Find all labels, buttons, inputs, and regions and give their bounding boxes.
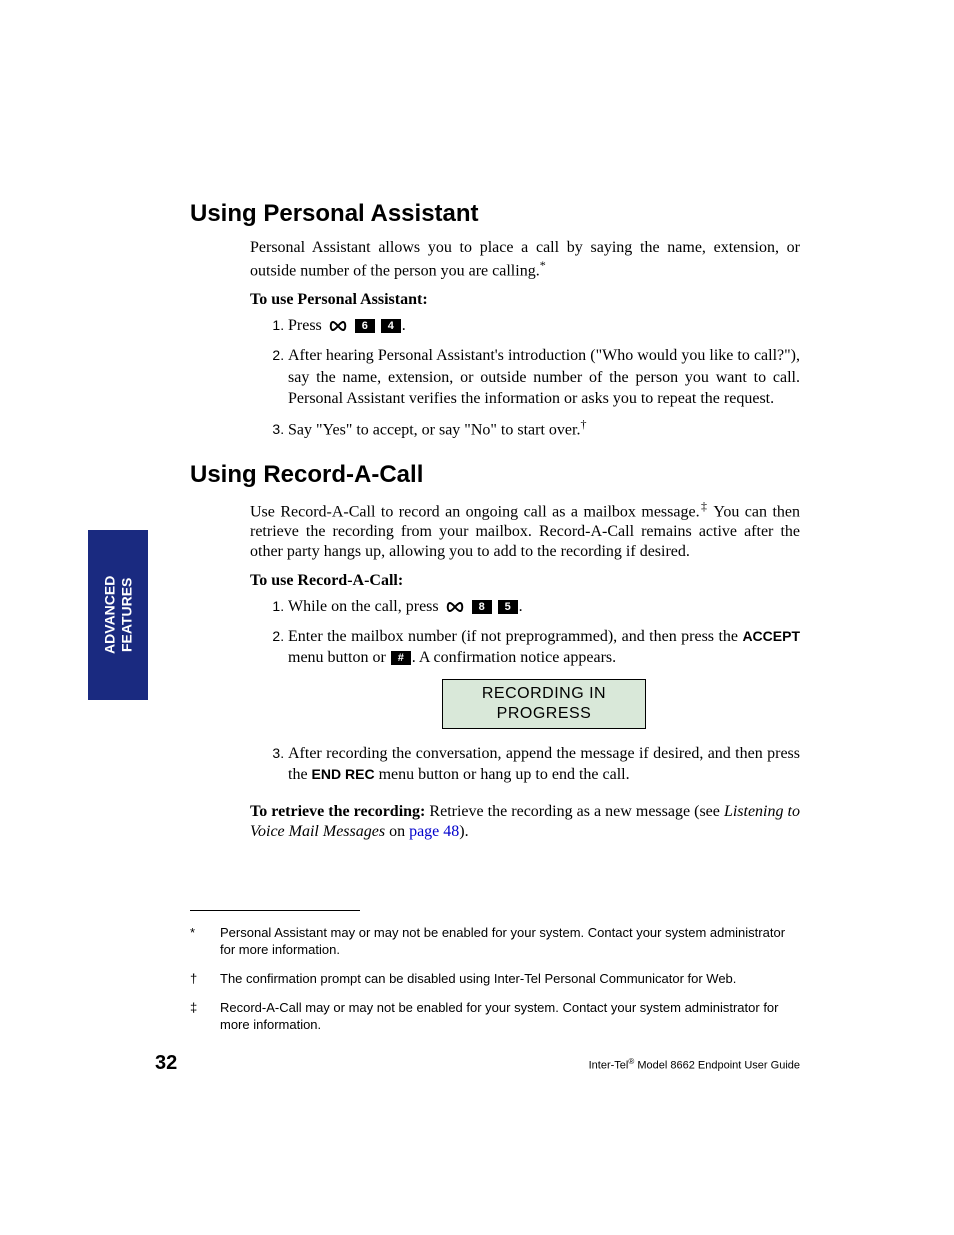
fn1-sym: * xyxy=(190,925,220,959)
footer-brand: Inter-Tel xyxy=(589,1060,629,1072)
display-line2: PROGRESS xyxy=(497,705,592,722)
retrieve-b: on xyxy=(385,823,409,840)
section1-body: Personal Assistant allows you to place a… xyxy=(250,238,800,441)
pa-step1-post: . xyxy=(402,317,406,334)
rac-s1-post: . xyxy=(519,598,523,615)
pa-step-3: Say "Yes" to accept, or say "No" to star… xyxy=(288,416,800,441)
display-box: RECORDING IN PROGRESS xyxy=(442,679,646,729)
section2-body: Use Record-A-Call to record an ongoing c… xyxy=(250,499,800,842)
heading-record-a-call: Using Record-A-Call xyxy=(190,461,800,489)
rac-step-3: After recording the conversation, append… xyxy=(288,743,800,786)
pa-step1-pre: Press xyxy=(288,317,326,334)
fn1-text: Personal Assistant may or may not be ena… xyxy=(220,925,800,959)
rac-retrieve: To retrieve the recording: Retrieve the … xyxy=(250,802,800,842)
pa-step-2: After hearing Personal Assistant's intro… xyxy=(288,345,800,410)
pa-to-use: To use Personal Assistant: xyxy=(250,291,800,309)
footnotes: * Personal Assistant may or may not be e… xyxy=(190,910,800,1045)
infinity-icon xyxy=(445,598,465,620)
pa-step3-text: Say "Yes" to accept, or say "No" to star… xyxy=(288,421,580,438)
page: ADVANCED FEATURES Using Personal Assista… xyxy=(0,0,954,1235)
rac-s2-c: . A confirmation notice appears. xyxy=(412,649,616,666)
side-tab-line1: ADVANCED xyxy=(101,576,117,654)
infinity-icon xyxy=(328,317,348,339)
footnote-rule xyxy=(190,910,360,911)
rac-intro: Use Record-A-Call to record an ongoing c… xyxy=(250,499,800,562)
end-rec-label: END REC xyxy=(312,766,375,782)
page-footer: 32 Inter-Tel® Model 8662 Endpoint User G… xyxy=(155,1052,800,1075)
retrieve-a: Retrieve the recording as a new message … xyxy=(425,803,724,820)
retrieve-c: ). xyxy=(459,823,468,840)
fn2-sym: † xyxy=(190,971,220,988)
rac-step-2: Enter the mailbox number (if not preprog… xyxy=(288,626,800,729)
heading-personal-assistant: Using Personal Assistant xyxy=(190,200,800,228)
content-area: Using Personal Assistant Personal Assist… xyxy=(190,200,800,852)
fn3-text: Record-A-Call may or may not be enabled … xyxy=(220,1000,800,1034)
footnote-2: † The confirmation prompt can be disable… xyxy=(190,971,800,988)
key-6: 6 xyxy=(355,319,375,333)
pa-steps: Press 6 4. After hearing Personal Assist… xyxy=(268,315,800,440)
footnote-3: ‡ Record-A-Call may or may not be enable… xyxy=(190,1000,800,1034)
rac-s3-b: menu button or hang up to end the call. xyxy=(375,766,630,783)
page-number: 32 xyxy=(155,1052,177,1075)
pa-step-1: Press 6 4. xyxy=(288,315,800,339)
fn3-sym: ‡ xyxy=(190,1000,220,1034)
rac-to-use: To use Record-A-Call: xyxy=(250,572,800,590)
rac-step-1: While on the call, press 8 5. xyxy=(288,596,800,620)
retrieve-bold: To retrieve the recording: xyxy=(250,803,425,820)
rac-s1-pre: While on the call, press xyxy=(288,598,443,615)
pa-intro-footmark: * xyxy=(540,258,546,272)
key-hash: # xyxy=(391,651,411,665)
rac-intro-a: Use Record-A-Call to record an ongoing c… xyxy=(250,503,700,520)
footer-title: Model 8662 Endpoint User Guide xyxy=(634,1060,800,1072)
side-tab-line2: FEATURES xyxy=(118,578,134,652)
key-4: 4 xyxy=(381,319,401,333)
footer-right: Inter-Tel® Model 8662 Endpoint User Guid… xyxy=(589,1057,800,1072)
rac-steps: While on the call, press 8 5. Enter the … xyxy=(268,596,800,786)
pa-intro-text: Personal Assistant allows you to place a… xyxy=(250,239,800,279)
page-48-link[interactable]: page 48 xyxy=(409,823,459,840)
rac-s2-b: menu button or xyxy=(288,649,390,666)
pa-intro: Personal Assistant allows you to place a… xyxy=(250,238,800,281)
accept-label: ACCEPT xyxy=(742,628,800,644)
rac-s2-a: Enter the mailbox number (if not preprog… xyxy=(288,628,742,645)
display-line1: RECORDING IN xyxy=(482,685,606,702)
fn2-text: The confirmation prompt can be disabled … xyxy=(220,971,800,988)
key-8: 8 xyxy=(472,600,492,614)
footnote-1: * Personal Assistant may or may not be e… xyxy=(190,925,800,959)
pa-step3-mark: † xyxy=(580,417,586,431)
side-tab: ADVANCED FEATURES xyxy=(88,530,148,700)
rac-intro-mark: ‡ xyxy=(700,499,709,513)
side-tab-text: ADVANCED FEATURES xyxy=(101,576,135,654)
key-5: 5 xyxy=(498,600,518,614)
